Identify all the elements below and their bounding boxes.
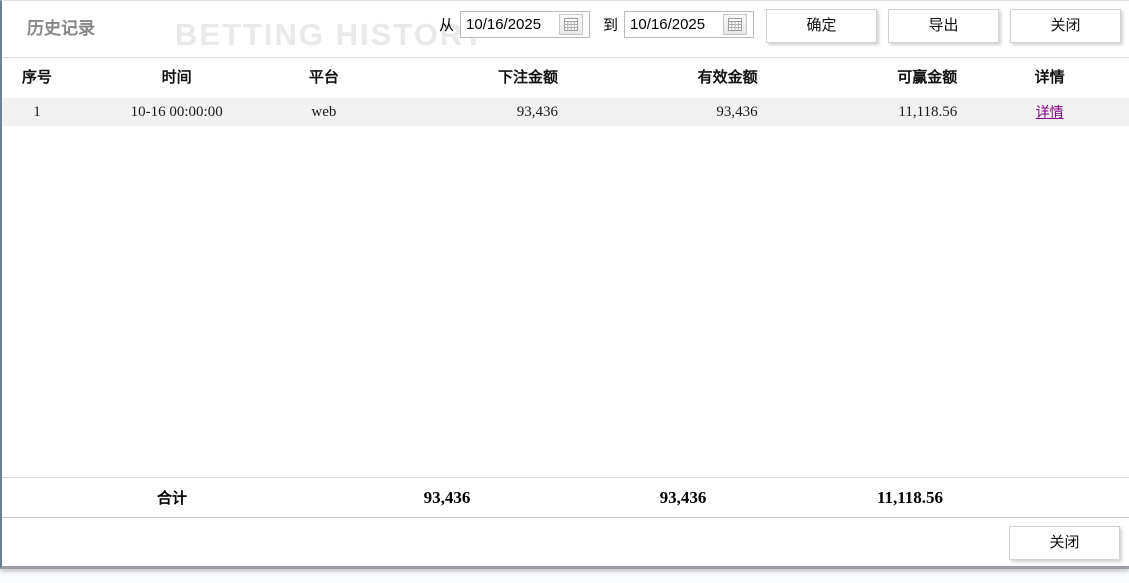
table-row: 1 10-16 00:00:00 web 93,436 93,436 11,11… — [2, 98, 1129, 126]
total-valid-amount: 93,436 — [552, 488, 814, 508]
date-range-filter: 从 到 — [439, 11, 754, 38]
to-label: 到 — [603, 14, 618, 35]
cell-winnable-amount: 11,118.56 — [771, 104, 971, 121]
confirm-button[interactable]: 确定 — [766, 9, 877, 43]
from-date-input[interactable] — [461, 13, 559, 36]
close-button-bottom[interactable]: 关闭 — [1009, 526, 1120, 560]
cell-index: 1 — [2, 104, 72, 121]
total-bet-amount: 93,436 — [342, 488, 552, 508]
total-label: 合计 — [2, 487, 342, 508]
to-date-field — [624, 11, 754, 38]
total-row: 合计 93,436 93,436 11,118.56 — [2, 477, 1129, 518]
cell-platform: web — [281, 104, 366, 121]
cell-time: 10-16 00:00:00 — [72, 104, 282, 121]
table-empty-area — [2, 126, 1129, 477]
cell-valid-amount: 93,436 — [571, 104, 771, 121]
from-label: 从 — [439, 14, 454, 35]
header-bet-amount: 下注金额 — [366, 66, 571, 87]
header-index: 序号 — [2, 66, 72, 87]
header-winnable-amount: 可赢金额 — [771, 66, 971, 87]
calendar-icon[interactable] — [723, 14, 747, 35]
page-title: 历史记录 — [27, 14, 95, 39]
calendar-icon[interactable] — [559, 14, 583, 35]
betting-history-dialog: 历史记录 BETTING HISTORY 从 — [0, 0, 1129, 569]
to-date-input[interactable] — [625, 13, 723, 36]
dialog-header: 历史记录 BETTING HISTORY 从 — [2, 1, 1129, 58]
table-header-row: 序号 时间 平台 下注金额 有效金额 可赢金额 详情 — [2, 58, 1129, 95]
header-valid-amount: 有效金额 — [571, 66, 771, 87]
close-button-top[interactable]: 关闭 — [1010, 9, 1121, 43]
from-date-field — [460, 11, 590, 38]
header-time: 时间 — [72, 66, 282, 87]
dialog-footer: 关闭 — [2, 518, 1129, 566]
header-actions: 确定 导出 关闭 — [766, 9, 1121, 43]
detail-link[interactable]: 详情 — [1036, 104, 1064, 120]
header-detail: 详情 — [970, 66, 1129, 87]
header-platform: 平台 — [281, 66, 366, 87]
export-button[interactable]: 导出 — [888, 9, 999, 43]
total-winnable-amount: 11,118.56 — [814, 488, 1006, 508]
cell-bet-amount: 93,436 — [366, 104, 571, 121]
